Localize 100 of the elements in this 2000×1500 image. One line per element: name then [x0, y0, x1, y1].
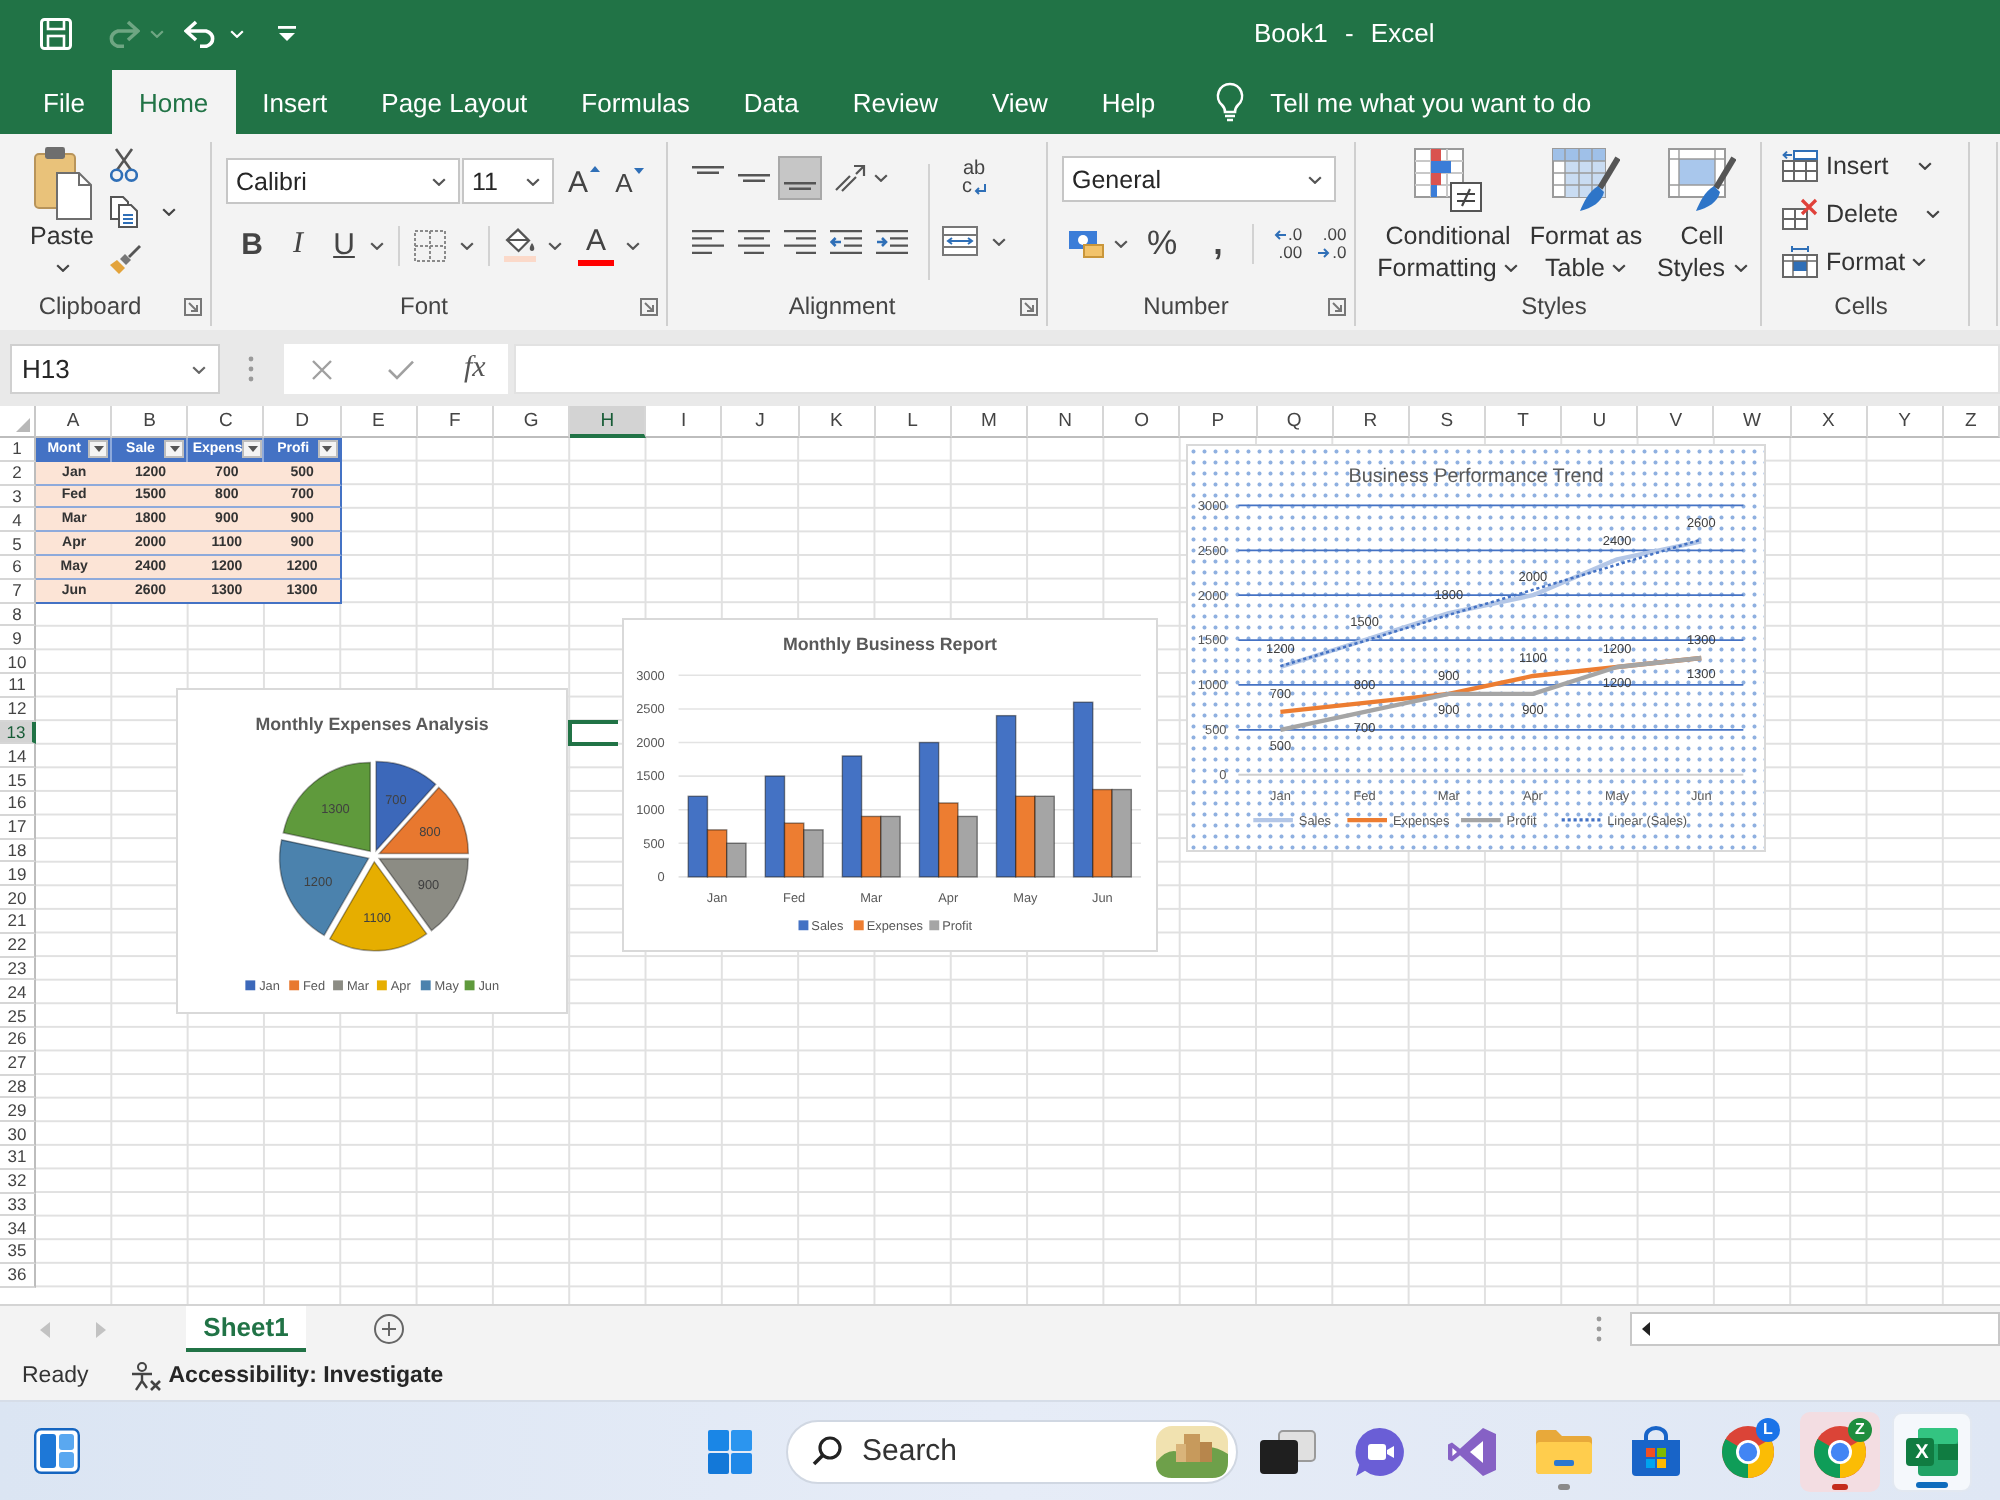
row-header[interactable]: 12 [0, 697, 36, 722]
cancel-icon[interactable] [312, 359, 332, 379]
ribbon-tab[interactable]: View [964, 70, 1075, 134]
column-header[interactable]: B [112, 406, 189, 438]
format-button[interactable]: Format [1782, 238, 1968, 286]
column-header[interactable]: O [1104, 406, 1181, 438]
number-format-field[interactable]: General [1062, 156, 1336, 202]
taskbar-button[interactable]: X [1892, 1411, 1972, 1491]
row-header[interactable]: 17 [0, 815, 36, 840]
caret-icon[interactable] [370, 241, 384, 249]
row-header[interactable]: 22 [0, 933, 36, 958]
column-header[interactable]: T [1485, 406, 1563, 438]
row-header[interactable]: 11 [0, 673, 36, 698]
ribbon-tab[interactable]: Home [111, 70, 236, 134]
undo-arrow-icon[interactable] [184, 19, 220, 47]
insert-function-button[interactable]: fx [464, 352, 486, 386]
align-bottom-button[interactable] [778, 156, 822, 200]
row-header[interactable]: 31 [0, 1145, 36, 1170]
accessibility-status[interactable]: Accessibility: Investigate [168, 1364, 444, 1388]
decrease-decimal-button[interactable]: .00 .0 [1318, 225, 1347, 261]
column-header[interactable]: G [493, 406, 571, 438]
column-header[interactable]: J [722, 406, 800, 438]
column-header[interactable]: F [417, 406, 494, 438]
row-header[interactable]: 35 [0, 1240, 36, 1264]
row-header[interactable]: 2 [0, 461, 36, 486]
row-header[interactable]: 13 [0, 721, 36, 745]
comma-button[interactable]: , [1200, 222, 1236, 264]
row-header[interactable]: 9 [0, 626, 36, 651]
grid-square-icon[interactable] [414, 229, 446, 261]
column-header[interactable]: D [264, 406, 342, 438]
caret-icon[interactable] [460, 241, 474, 249]
increase-decimal-button[interactable]: .0 .00 [1274, 225, 1303, 261]
taskbar-button[interactable]: Z [1800, 1411, 1880, 1491]
filter-button[interactable] [317, 440, 338, 459]
italic-button[interactable]: I [280, 224, 316, 266]
row-header[interactable]: 3 [0, 485, 36, 509]
ribbon-tab[interactable]: Help [1074, 70, 1183, 134]
row-header[interactable]: 29 [0, 1098, 36, 1123]
column-header[interactable]: Y [1867, 406, 1944, 438]
row-header[interactable]: 1 [0, 438, 36, 462]
percent-button[interactable]: % [1144, 222, 1180, 264]
row-header[interactable]: 36 [0, 1263, 36, 1288]
caret-icon[interactable] [1114, 239, 1128, 247]
font-color-button[interactable]: A [578, 225, 614, 257]
shrink-font-button[interactable]: A [612, 160, 648, 202]
column-header[interactable]: Z [1943, 406, 2000, 438]
scissors-icon[interactable] [110, 148, 138, 182]
wrap-text-button[interactable]: ab c [942, 160, 1006, 196]
row-header[interactable]: 27 [0, 1051, 36, 1076]
row-header[interactable]: 32 [0, 1169, 36, 1193]
row-header[interactable]: 24 [0, 980, 36, 1005]
column-header[interactable]: C [188, 406, 265, 438]
row-header[interactable]: 6 [0, 555, 36, 580]
row-header[interactable]: 25 [0, 1004, 36, 1028]
column-header[interactable]: N [1028, 406, 1105, 438]
indent-right-icon[interactable] [876, 229, 908, 253]
search-input[interactable]: Search [862, 1434, 1082, 1468]
search-bar[interactable]: Search [786, 1419, 1238, 1483]
font-name-field[interactable]: Calibri [226, 158, 460, 204]
expand-corner-icon[interactable] [184, 297, 202, 315]
column-header[interactable]: X [1791, 406, 1868, 438]
chart-area[interactable] [1186, 444, 1766, 852]
row-header[interactable]: 16 [0, 791, 36, 816]
ribbon-tab[interactable]: Data [716, 70, 826, 134]
caret-icon[interactable] [992, 237, 1006, 245]
column-header[interactable]: I [646, 406, 723, 438]
plus-circle-icon[interactable] [374, 1314, 404, 1344]
column-header[interactable]: H [570, 406, 647, 438]
row-header[interactable]: 20 [0, 886, 36, 910]
column-header[interactable]: U [1562, 406, 1639, 438]
four-squares-icon[interactable] [708, 1429, 752, 1473]
copy-icon[interactable] [110, 196, 138, 228]
filter-button[interactable] [88, 440, 109, 459]
horizontal-scrollbar[interactable] [1630, 1312, 2000, 1346]
align-right-icon[interactable] [784, 229, 816, 253]
row-header[interactable]: 15 [0, 768, 36, 792]
taskbar-button[interactable]: L [1708, 1411, 1788, 1491]
row-header[interactable]: 19 [0, 862, 36, 887]
paste-button[interactable]: Paste [28, 142, 96, 286]
delete-button[interactable]: Delete [1782, 190, 1968, 238]
drag-handle-icon[interactable] [1596, 1316, 1602, 1342]
row-header[interactable]: 30 [0, 1122, 36, 1146]
row-header[interactable]: 23 [0, 957, 36, 981]
row-header[interactable]: 7 [0, 579, 36, 604]
name-box[interactable]: H13 [10, 344, 220, 394]
caret-icon[interactable] [548, 241, 562, 249]
row-header[interactable]: 34 [0, 1216, 36, 1241]
align-left-icon[interactable] [692, 229, 724, 253]
check-icon[interactable] [388, 359, 414, 379]
row-header[interactable]: 14 [0, 744, 36, 769]
indent-left-icon[interactable] [830, 229, 862, 253]
caret-icon[interactable] [874, 174, 888, 182]
column-header[interactable]: K [799, 406, 876, 438]
column-header[interactable]: V [1638, 406, 1715, 438]
sheet-tab[interactable]: Sheet1 [186, 1305, 306, 1353]
font-size-field[interactable]: 11 [462, 158, 554, 204]
panels-icon[interactable] [34, 1428, 80, 1474]
tell-me-field[interactable]: Tell me what you want to do [1270, 84, 1631, 120]
ribbon-tab[interactable]: File [16, 70, 112, 134]
column-header[interactable]: L [875, 406, 952, 438]
